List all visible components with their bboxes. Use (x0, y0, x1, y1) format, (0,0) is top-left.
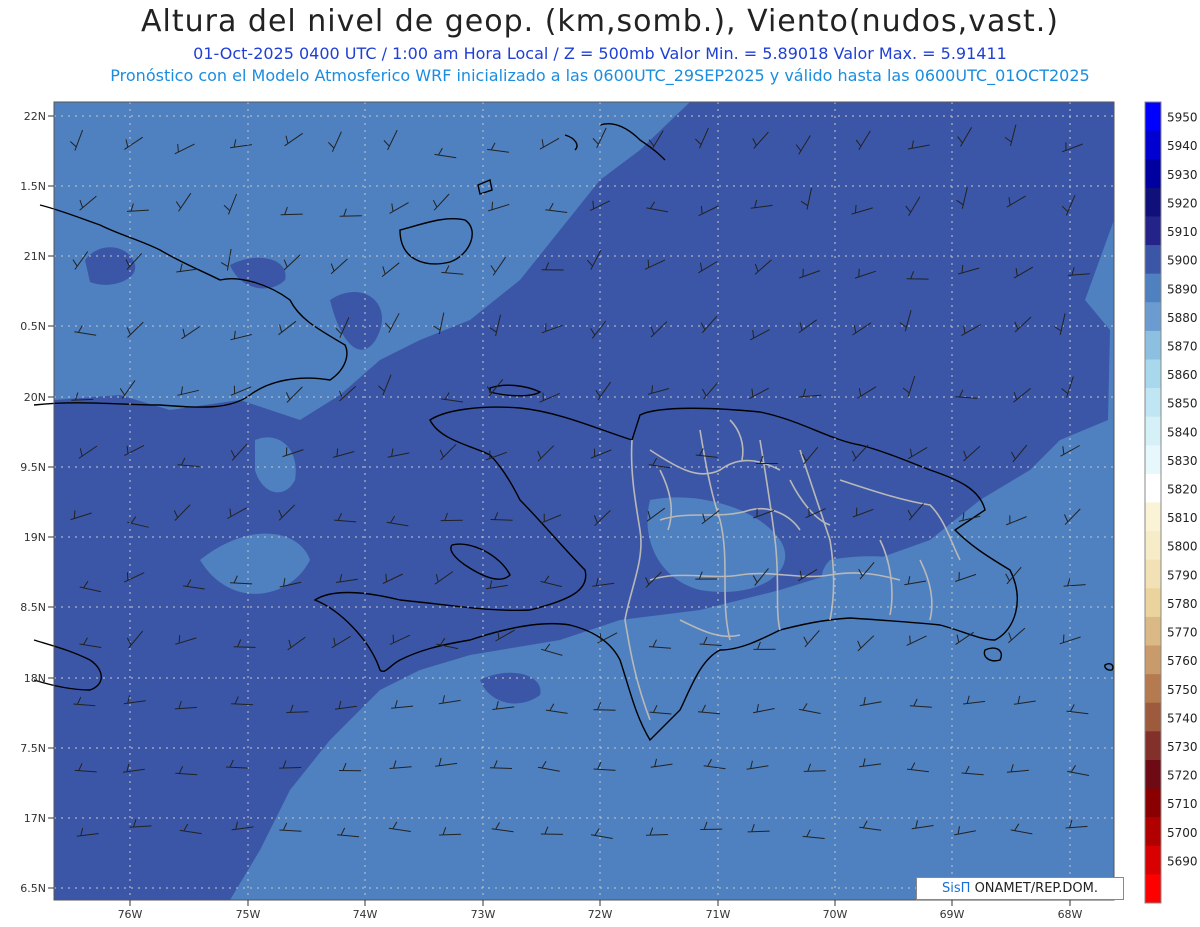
colorbar-swatch (1145, 817, 1161, 847)
colorbar-label: 5760 (1167, 654, 1198, 668)
colorbar-label: 5810 (1167, 511, 1198, 525)
colorbar-label: 5850 (1167, 397, 1198, 411)
colorbar-swatch (1145, 445, 1161, 475)
colorbar-label: 5740 (1167, 711, 1198, 725)
colorbar-label: 5800 (1167, 540, 1198, 554)
lat-label: 6.5N (20, 882, 46, 895)
colorbar-swatch (1145, 416, 1161, 446)
lat-label: 17N (24, 812, 46, 825)
colorbar-swatch (1145, 788, 1161, 818)
lat-label: 22N (24, 110, 46, 123)
colorbar-label: 5730 (1167, 740, 1198, 754)
colorbar-swatch (1145, 102, 1161, 132)
colorbar-label: 5920 (1167, 196, 1198, 210)
colorbar-label: 5880 (1167, 311, 1198, 325)
lat-label: 0.5N (20, 320, 46, 333)
colorbar-swatch (1145, 216, 1161, 246)
lon-label: 68W (1058, 908, 1083, 921)
colorbar-label: 5860 (1167, 368, 1198, 382)
colorbar-swatch (1145, 130, 1161, 160)
colorbar-label: 5830 (1167, 454, 1198, 468)
colorbar-swatch (1145, 588, 1161, 618)
lat-label: 1.5N (20, 180, 46, 193)
colorbar-swatch (1145, 874, 1161, 904)
colorbar-label: 5710 (1167, 797, 1198, 811)
sis-logo: SisΠ (942, 881, 971, 896)
colorbar-swatch (1145, 159, 1161, 189)
colorbar-swatch (1145, 645, 1161, 675)
lon-label: 75W (236, 908, 261, 921)
credit-text: ONAMET/REP.DOM. (970, 881, 1098, 896)
colorbar-swatch (1145, 559, 1161, 589)
colorbar-swatch (1145, 388, 1161, 418)
lat-label: 18N (24, 672, 46, 685)
colorbar-label: 5940 (1167, 139, 1198, 153)
colorbar-swatch (1145, 187, 1161, 217)
colorbar-swatch (1145, 245, 1161, 275)
lon-label: 74W (353, 908, 378, 921)
lon-label: 73W (471, 908, 496, 921)
colorbar-label: 5780 (1167, 597, 1198, 611)
colorbar-swatch (1145, 359, 1161, 389)
lat-label: 8.5N (20, 601, 46, 614)
colorbar-swatch (1145, 731, 1161, 761)
colorbar-label: 5720 (1167, 769, 1198, 783)
credit-box: SisΠ ONAMET/REP.DOM. (916, 877, 1124, 900)
lon-label: 70W (823, 908, 848, 921)
colorbar-label: 5750 (1167, 683, 1198, 697)
colorbar-swatch (1145, 273, 1161, 303)
colorbar-label: 5770 (1167, 626, 1198, 640)
colorbar-label: 5840 (1167, 425, 1198, 439)
colorbar-legend: 5950 5940 5930 5920 5910 5900 5890 5880 5870 5860… (1144, 101, 1198, 904)
colorbar-label: 5870 (1167, 339, 1198, 353)
lat-label: 9.5N (20, 461, 46, 474)
colorbar-swatch (1145, 473, 1161, 503)
colorbar-label: 5690 (1167, 854, 1198, 868)
lon-label: 76W (118, 908, 143, 921)
colorbar-swatch (1145, 759, 1161, 790)
colorbar-swatch (1145, 330, 1161, 360)
colorbar-label: 5790 (1167, 568, 1198, 582)
colorbar-label: 5930 (1167, 168, 1198, 182)
lat-label: 19N (24, 531, 46, 544)
colorbar-swatch (1145, 674, 1161, 704)
colorbar-label: 5890 (1167, 282, 1198, 296)
lat-label: 20N (24, 391, 46, 404)
colorbar-swatch (1145, 502, 1161, 532)
colorbar-swatch (1145, 302, 1161, 332)
colorbar-label: 5700 (1167, 826, 1198, 840)
colorbar-swatch (1145, 616, 1161, 647)
colorbar-label: 5820 (1167, 483, 1198, 497)
map-canvas: 22N 1.5N 21N 0.5N 20N 9.5N 19N 8.5N 18N … (20, 96, 1198, 921)
field-layer (54, 102, 1114, 900)
colorbar-label: 5900 (1167, 254, 1198, 268)
colorbar-swatch (1145, 531, 1161, 561)
colorbar-label: 5950 (1167, 111, 1198, 125)
colorbar-label: 5910 (1167, 225, 1198, 239)
lat-label: 21N (24, 250, 46, 263)
lat-label: 7.5N (20, 742, 46, 755)
colorbar-swatch (1145, 845, 1161, 875)
lon-label: 69W (940, 908, 965, 921)
lon-label: 71W (706, 908, 731, 921)
lon-label: 72W (588, 908, 613, 921)
colorbar-swatch (1145, 702, 1161, 732)
